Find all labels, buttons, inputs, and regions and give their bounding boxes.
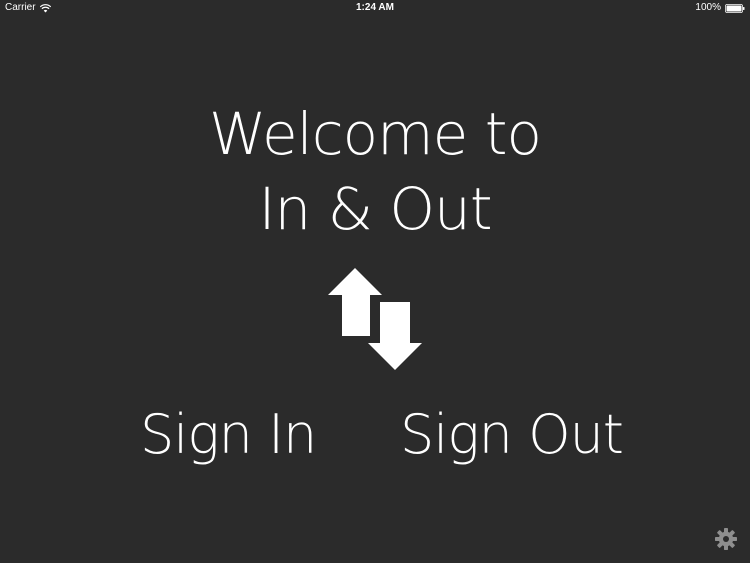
- welcome-title: Welcome to In & Out: [0, 97, 750, 247]
- welcome-line-2: In & Out: [258, 175, 492, 243]
- battery-percent: 100%: [695, 2, 721, 13]
- sign-out-button[interactable]: Sign Out: [400, 400, 624, 470]
- status-bar: Carrier 1:24 AM 100%: [0, 0, 750, 16]
- welcome-line-1: Welcome to: [209, 100, 542, 168]
- gear-icon[interactable]: [714, 527, 738, 551]
- up-down-arrows-icon: [328, 268, 422, 370]
- battery-icon: [725, 3, 745, 13]
- status-time: 1:24 AM: [356, 2, 394, 13]
- status-right: 100%: [695, 0, 745, 16]
- sign-in-button[interactable]: Sign In: [140, 400, 317, 470]
